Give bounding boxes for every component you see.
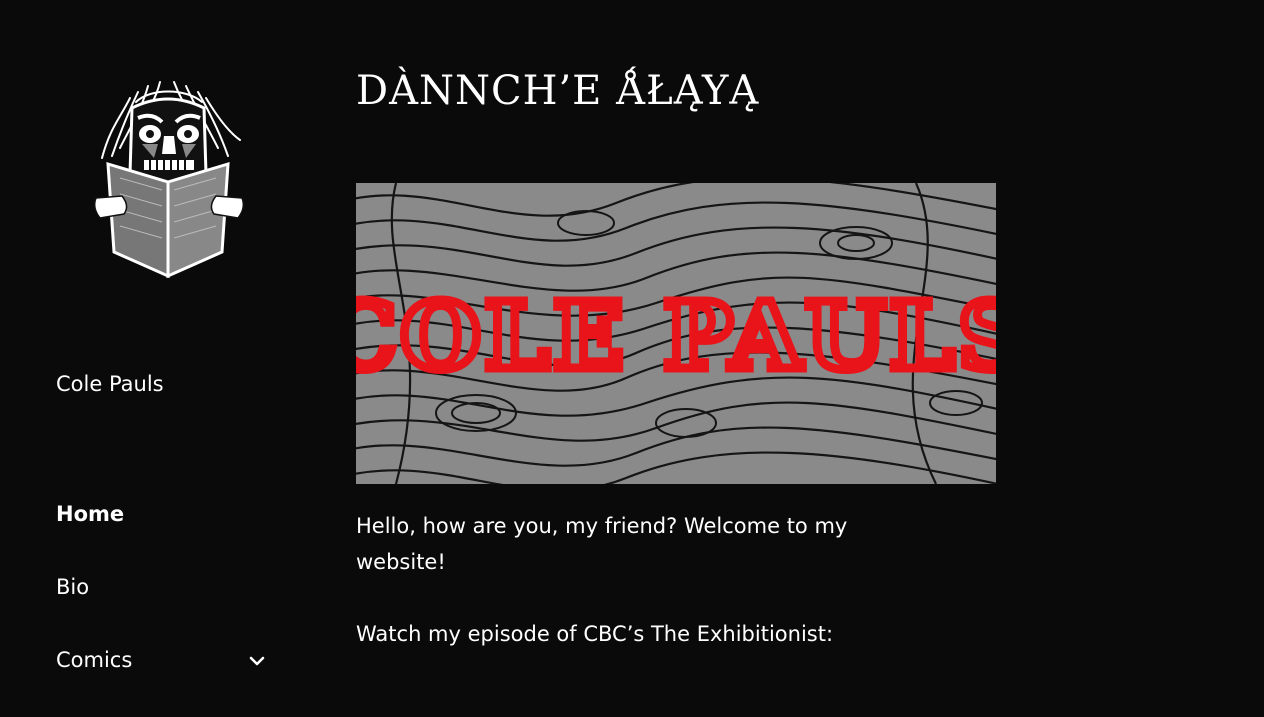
nav-item-label: Comics bbox=[56, 648, 133, 672]
welcome-text: Hello, how are you, my friend? Welcome t… bbox=[356, 514, 848, 574]
main-nav: Home Bio Comics bbox=[56, 498, 266, 717]
nav-item-bio[interactable]: Bio bbox=[56, 571, 266, 603]
site-logo[interactable] bbox=[90, 78, 248, 280]
nav-item-label: Home bbox=[56, 502, 125, 526]
site-title-link[interactable]: Cole Pauls bbox=[56, 372, 164, 396]
exhibitionist-text: Watch my episode of CBC’s The Exhibition… bbox=[356, 622, 834, 646]
banner-image: COLE PAULS bbox=[356, 183, 996, 484]
banner-lettering: COLE PAULS bbox=[356, 282, 996, 390]
page-title: DÀNNCH’E ǺŁĄYĄ bbox=[356, 68, 760, 114]
nav-item-comics[interactable]: Comics bbox=[56, 644, 266, 676]
chevron-down-icon[interactable] bbox=[248, 651, 266, 669]
sidebar: Cole Pauls Home Bio Comics bbox=[0, 0, 300, 680]
nav-item-label: Bio bbox=[56, 575, 90, 599]
nav-item-home[interactable]: Home bbox=[56, 498, 266, 530]
